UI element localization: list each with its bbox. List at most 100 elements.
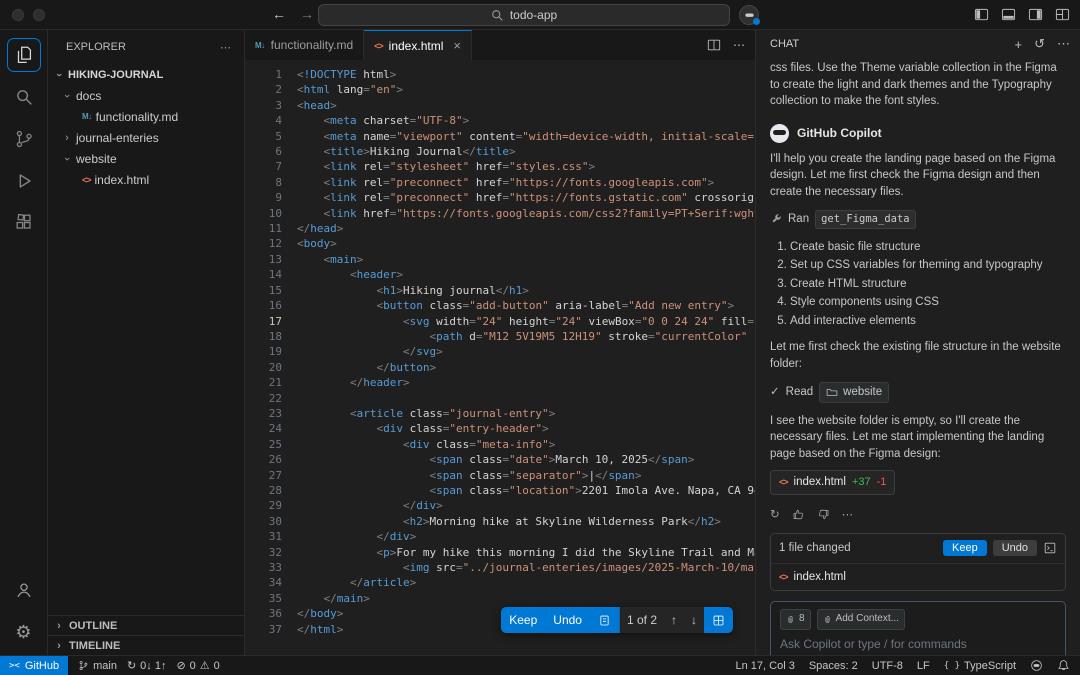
code-line[interactable]: 33 <img src="../journal-enteries/images/…	[245, 560, 755, 575]
chat-more-icon[interactable]: ⋯	[1057, 36, 1070, 52]
code-line[interactable]: 15 <h1>Hiking journal</h1>	[245, 283, 755, 298]
toggle-panel-icon[interactable]	[1001, 7, 1016, 22]
changed-file-row[interactable]: <> index.html	[771, 564, 1065, 591]
language-indicator[interactable]: { } TypeScript	[944, 660, 1016, 672]
code-line[interactable]: 24 <div class="entry-header">	[245, 421, 755, 436]
chat-history-icon[interactable]: ↺	[1034, 36, 1045, 52]
new-chat-icon[interactable]: +	[1015, 37, 1023, 52]
tree-folder-journal-enteries[interactable]: › journal-enteries	[48, 127, 244, 148]
account-button[interactable]	[7, 573, 41, 607]
code-line[interactable]: 2 <html lang="en">	[245, 82, 755, 97]
keep-all-button[interactable]: Keep	[943, 540, 987, 557]
thumbs-down-icon[interactable]	[817, 508, 830, 521]
code-line[interactable]: 23 <article class="journal-entry">	[245, 406, 755, 421]
code-line[interactable]: 6 <title>Hiking Journal</title>	[245, 144, 755, 159]
code-line[interactable]: 11 </head>	[245, 221, 755, 236]
diff-file-icon[interactable]	[589, 607, 619, 633]
code-line[interactable]: 22	[245, 391, 755, 406]
tree-file-functionality-md[interactable]: M↓ functionality.md	[48, 106, 244, 127]
code-line[interactable]: 9 <link rel="preconnect" href="https://f…	[245, 190, 755, 205]
code-line[interactable]: 8 <link rel="preconnect" href="https://f…	[245, 175, 755, 190]
window-controls[interactable]	[12, 9, 45, 21]
toggle-sidebar-icon[interactable]	[974, 7, 989, 22]
attachment-count-chip[interactable]: 8	[780, 609, 811, 630]
code-line[interactable]: 13 <main>	[245, 252, 755, 267]
code-line[interactable]: 26 <span class="date">March 10, 2025</sp…	[245, 452, 755, 467]
code-line[interactable]: 30 <h2>Morning hike at Skyline Wildernes…	[245, 514, 755, 529]
code-line[interactable]: 17 <svg width="24" height="24" viewBox="…	[245, 314, 755, 329]
undo-button[interactable]: Undo	[545, 607, 590, 633]
tree-folder-docs[interactable]: › docs	[48, 85, 244, 106]
split-editor-icon[interactable]	[707, 38, 721, 52]
branch-indicator[interactable]: main	[78, 660, 117, 672]
copilot-menu-icon[interactable]	[739, 5, 760, 25]
undo-all-button[interactable]: Undo	[992, 540, 1037, 557]
code-line[interactable]: 19 </svg>	[245, 344, 755, 359]
encoding-indicator[interactable]: UTF-8	[872, 660, 903, 672]
code-area[interactable]: 1 <!DOCTYPE html> 2 <html lang="en"> 3 <head>…	[245, 60, 755, 655]
code-line[interactable]: 21 </header>	[245, 375, 755, 390]
code-line[interactable]: 34 </article>	[245, 575, 755, 590]
code-line[interactable]: 3 <head>	[245, 98, 755, 113]
timeline-section[interactable]: › TIMELINE	[48, 635, 244, 655]
sync-indicator[interactable]: ↻ 0↓ 1↑	[127, 659, 167, 673]
tree-file-index-html[interactable]: <> index.html	[48, 169, 244, 190]
problems-indicator[interactable]: ⊘ 0 ⚠ 0	[176, 659, 219, 673]
code-line[interactable]: 4 <meta charset="UTF-8">	[245, 113, 755, 128]
activity-search[interactable]	[7, 80, 41, 114]
open-changes-button[interactable]	[704, 607, 733, 633]
window-control-dot[interactable]	[12, 9, 24, 21]
remote-indicator[interactable]: >< GitHub	[0, 656, 69, 675]
activity-explorer[interactable]	[6, 38, 41, 72]
add-context-chip[interactable]: Add Context...	[816, 609, 905, 630]
thumbs-up-icon[interactable]	[792, 508, 805, 521]
tree-root-hiking-journal[interactable]: › HIKING-JOURNAL	[48, 64, 244, 85]
code-line[interactable]: 14 <header>	[245, 267, 755, 282]
close-tab-icon[interactable]: ×	[453, 38, 461, 53]
code-line[interactable]: 5 <meta name="viewport" content="width=d…	[245, 129, 755, 144]
feedback-more-icon[interactable]: ⋯	[842, 507, 854, 524]
tree-folder-website[interactable]: › website	[48, 148, 244, 169]
rerun-icon[interactable]: ↻	[770, 507, 780, 524]
code-line[interactable]: 27 <span class="separator">|</span>	[245, 468, 755, 483]
code-line[interactable]: 32 <p>For my hike this morning I did the…	[245, 545, 755, 560]
back-button[interactable]: ←	[272, 6, 286, 22]
toggle-secondary-sidebar-icon[interactable]	[1028, 7, 1043, 22]
window-control-dot[interactable]	[33, 9, 45, 21]
code-line[interactable]: 28 <span class="location">2201 Imola Ave…	[245, 483, 755, 498]
code-line[interactable]: 31 </div>	[245, 529, 755, 544]
customize-layout-icon[interactable]	[1055, 7, 1070, 22]
code-line[interactable]: 7 <link rel="stylesheet" href="styles.cs…	[245, 159, 755, 174]
previous-change-button[interactable]: ↑	[664, 607, 684, 633]
view-changes-icon[interactable]	[1043, 541, 1057, 555]
code-line[interactable]: 12 <body>	[245, 236, 755, 251]
activity-run-debug[interactable]	[7, 164, 41, 198]
indentation-indicator[interactable]: Spaces: 2	[809, 660, 858, 672]
code-line[interactable]: 25 <div class="meta-info">	[245, 437, 755, 452]
copilot-status-icon[interactable]	[1030, 659, 1043, 672]
code-line[interactable]: 29 </div>	[245, 498, 755, 513]
code-line[interactable]: 1 <!DOCTYPE html>	[245, 67, 755, 82]
tab-index-html[interactable]: <> index.html ×	[364, 30, 472, 60]
code-line[interactable]: 16 <button class="add-button" aria-label…	[245, 298, 755, 313]
changed-file-chip[interactable]: <> index.html +37 -1	[770, 470, 896, 495]
tool-read-row[interactable]: ✓ Read website	[770, 382, 1066, 403]
eol-indicator[interactable]: LF	[917, 660, 930, 672]
command-center-search[interactable]: todo-app	[318, 4, 730, 26]
chat-input[interactable]	[780, 636, 1056, 651]
explorer-more-actions[interactable]: ⋯	[220, 41, 232, 54]
settings-button[interactable]: ⚙	[7, 615, 41, 649]
code-line[interactable]: 10 <link href="https://fonts.googleapis.…	[245, 206, 755, 221]
activity-extensions[interactable]	[7, 206, 41, 240]
tool-run-row[interactable]: Ran get_Figma_data	[770, 210, 1066, 229]
code-line[interactable]: 18 <path d="M12 5V19M5 12H19" stroke="cu…	[245, 329, 755, 344]
keep-button[interactable]: Keep	[501, 607, 546, 633]
notifications-bell-icon[interactable]	[1057, 659, 1070, 672]
code-line[interactable]: 20 </button>	[245, 360, 755, 375]
outline-section[interactable]: › OUTLINE	[48, 615, 244, 635]
activity-source-control[interactable]	[7, 122, 41, 156]
forward-button[interactable]: →	[300, 6, 314, 22]
next-change-button[interactable]: ↓	[684, 607, 704, 633]
code-line[interactable]: 35 </main>	[245, 591, 755, 606]
tab-functionality-md[interactable]: M↓ functionality.md	[245, 30, 365, 60]
